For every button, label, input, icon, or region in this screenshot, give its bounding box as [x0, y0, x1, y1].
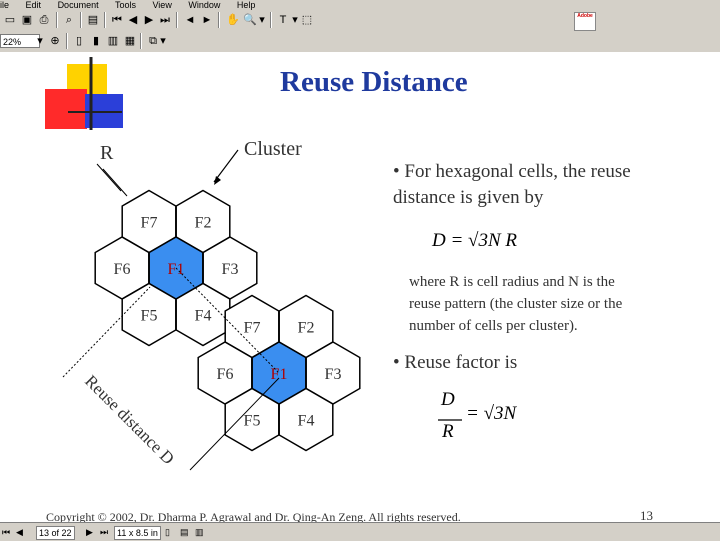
print-icon[interactable]: ⎙: [37, 13, 51, 27]
page-field[interactable]: 13 of 22: [36, 526, 75, 540]
menu-bar: ile Edit Document Tools View Window Help: [0, 0, 720, 10]
hex-cell-label: F3: [325, 366, 342, 383]
rotate-view-icon[interactable]: ⧉: [146, 34, 160, 48]
slide-title: Reuse Distance: [280, 66, 468, 98]
hex-cell-label: F5: [244, 413, 261, 430]
factor-denominator: R: [442, 421, 454, 442]
factor-rhs: = √3N: [466, 403, 517, 424]
status-bar: ⏮ ◀ 13 of 22 ▶ ⏭ 11 x 8.5 in ▯ ▤ ▥: [0, 522, 720, 541]
last-page-icon[interactable]: ⏭: [100, 526, 108, 538]
radius-marker-arrow: [102, 168, 128, 197]
hex-cell-label: F6: [217, 366, 234, 383]
radius-marker-line: [96, 163, 122, 192]
next-page-icon[interactable]: ▶: [142, 13, 156, 27]
hex-cell-label: F1: [168, 261, 185, 278]
fit-visible-icon[interactable]: ▦: [123, 34, 137, 48]
hex-cell-label: F6: [114, 261, 131, 278]
main-toolbar: ▭ ▣ ⎙ ⌕ ▤ ⏮ ◀ ▶ ⏭ ◄ ► ✋ 🔍 ▾ T ▾ ⬚ Adobe: [0, 10, 720, 32]
menu-help[interactable]: Help: [237, 0, 256, 10]
cluster-label: Cluster: [244, 138, 302, 160]
facing-pages-icon[interactable]: ▥: [195, 526, 204, 538]
decor-red-square: [45, 89, 87, 129]
distance-formula: D = √3N R: [432, 230, 517, 251]
factor-numerator: D: [441, 389, 455, 410]
chevron-down-icon[interactable]: ▾: [258, 13, 266, 27]
zoom-tool-icon[interactable]: 🔍: [243, 13, 257, 27]
find-icon[interactable]: ⌕: [62, 13, 76, 27]
chevron-down-icon[interactable]: ▾: [36, 34, 44, 48]
actual-size-icon[interactable]: ▯: [72, 34, 86, 48]
menu-document[interactable]: Document: [58, 0, 99, 10]
hex-cell-label: F2: [298, 320, 315, 337]
text-select-icon[interactable]: T: [276, 13, 290, 27]
menu-tools[interactable]: Tools: [115, 0, 136, 10]
bullet2: • Reuse factor is: [393, 352, 518, 373]
chevron-down-icon[interactable]: ▾: [291, 13, 299, 27]
adobe-logo-icon[interactable]: Adobe: [574, 12, 596, 31]
go-forward-icon[interactable]: ►: [200, 13, 214, 27]
show-pane-icon[interactable]: ▤: [86, 13, 100, 27]
fit-page-icon[interactable]: ▮: [89, 34, 103, 48]
go-back-icon[interactable]: ◄: [183, 13, 197, 27]
last-page-icon[interactable]: ⏭: [158, 13, 172, 27]
fit-width-icon[interactable]: ▥: [106, 34, 120, 48]
cluster-arrow-head: [214, 176, 221, 185]
menu-edit[interactable]: Edit: [26, 0, 42, 10]
zoom-field[interactable]: 22%: [0, 34, 40, 48]
graphics-select-icon[interactable]: ⬚: [300, 13, 314, 27]
hand-tool-icon[interactable]: ✋: [226, 13, 240, 27]
bullet1-line1: • For hexagonal cells, the reuse: [393, 161, 631, 182]
menu-file[interactable]: ile: [0, 0, 9, 10]
continuous-icon[interactable]: ▤: [180, 526, 189, 538]
page-size-field: 11 x 8.5 in: [114, 526, 161, 540]
menu-view[interactable]: View: [152, 0, 171, 10]
hex-cell-label: F7: [244, 320, 261, 337]
where-line3: number of cells per cluster).: [409, 318, 578, 334]
next-page-icon[interactable]: ▶: [86, 526, 93, 538]
hex-cell-label: F5: [141, 308, 158, 325]
view-toolbar: 22% ▾ ⊕ ▯ ▮ ▥ ▦ ⧉ ▾: [0, 31, 720, 53]
cluster-arrow: [213, 149, 239, 183]
zoom-in-icon[interactable]: ⊕: [48, 34, 62, 48]
bullet1-line2: distance is given by: [393, 187, 544, 208]
first-page-icon[interactable]: ⏮: [2, 526, 10, 538]
radius-label: R: [100, 142, 114, 164]
where-line1: where R is cell radius and N is the: [409, 274, 615, 290]
where-line2: reuse pattern (the cluster size or the: [409, 296, 623, 312]
hex-cell-label: F4: [195, 308, 212, 325]
save-icon[interactable]: ▣: [20, 13, 34, 27]
hex-cell-label: F7: [141, 215, 158, 232]
open-icon[interactable]: ▭: [3, 13, 17, 27]
adobe-logo-label: Adobe: [577, 13, 593, 19]
hex-cell-label: F2: [195, 215, 212, 232]
menu-window[interactable]: Window: [188, 0, 220, 10]
hex-cell-label: F3: [222, 261, 239, 278]
previous-page-icon[interactable]: ◀: [16, 526, 23, 538]
hex-cell-label: F1: [271, 366, 288, 383]
reuse-distance-label: Reuse distance D: [81, 371, 178, 468]
first-page-icon[interactable]: ⏮: [110, 13, 124, 27]
chevron-down-icon[interactable]: ▾: [159, 34, 167, 48]
hex-cell-label: F4: [298, 413, 315, 430]
single-page-icon[interactable]: ▯: [165, 526, 170, 538]
previous-page-icon[interactable]: ◀: [126, 13, 140, 27]
document-page: F7 F2 F6 F1 F3 F5 F4 F7 F2 F6 F1 F3 F5 F4 Reuse dista…: [0, 52, 720, 524]
